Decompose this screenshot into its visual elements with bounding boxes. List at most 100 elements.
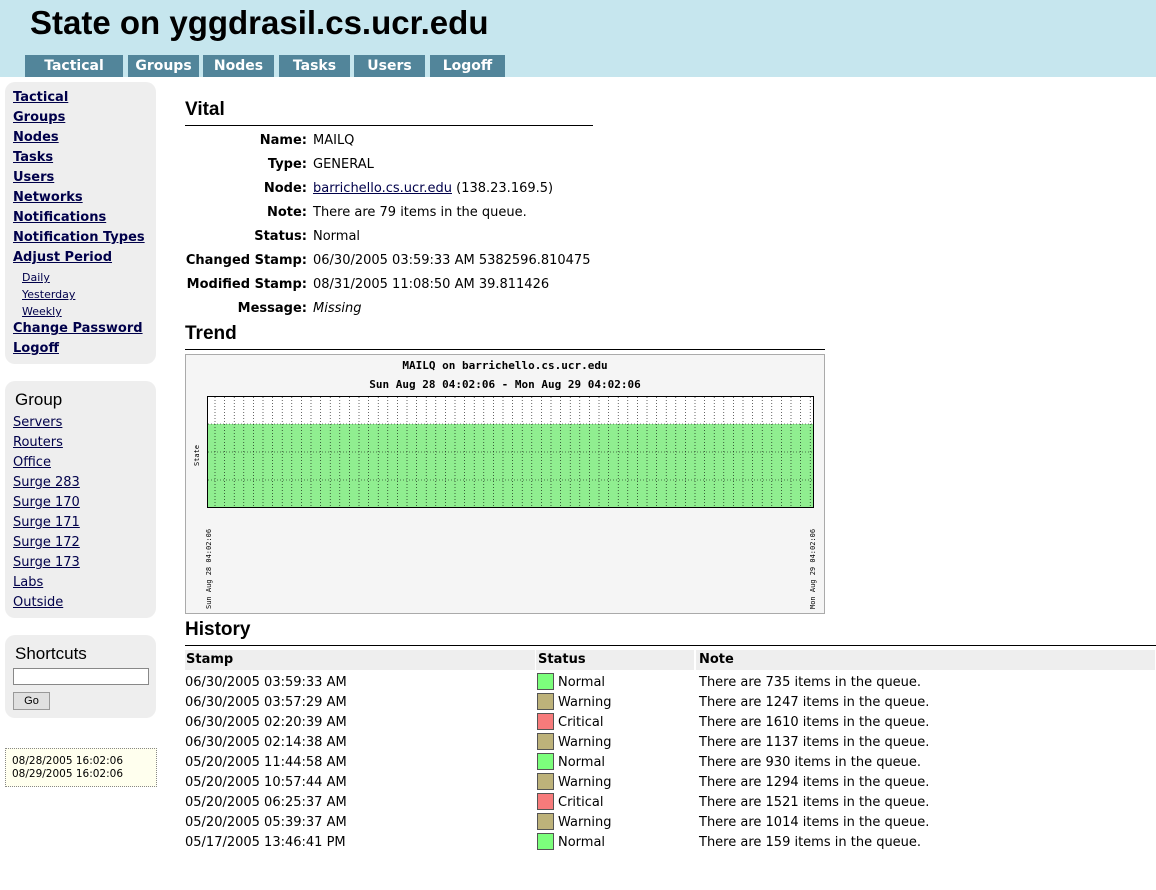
table-row: 05/20/2005 06:25:37 AM Critical There are … bbox=[185, 793, 1156, 815]
tab-logoff[interactable]: Logoff bbox=[430, 55, 505, 77]
row-note: There are 1610 items in the queue. bbox=[699, 715, 930, 730]
row-note: There are 1521 items in the queue. bbox=[699, 795, 930, 810]
chart-ylabel: State bbox=[193, 444, 201, 466]
status-swatch bbox=[537, 773, 554, 790]
node-link[interactable]: barrichello.cs.ucr.edu bbox=[313, 181, 452, 196]
group-outside[interactable]: Outside bbox=[13, 595, 63, 610]
nav-users[interactable]: Users bbox=[13, 170, 54, 185]
tab-tactical[interactable]: Tactical bbox=[25, 55, 123, 77]
vital-label-note: Note: bbox=[266, 205, 307, 220]
period-yesterday[interactable]: Yesterday bbox=[22, 288, 75, 301]
vital-modified-stamp: 08/31/2005 11:08:50 AM 39.811426 bbox=[313, 277, 550, 292]
group-surge-173[interactable]: Surge 173 bbox=[13, 555, 80, 570]
group-routers[interactable]: Routers bbox=[13, 435, 63, 450]
go-button[interactable]: Go bbox=[13, 692, 50, 710]
nav-tactical[interactable]: Tactical bbox=[13, 90, 68, 105]
period-weekly[interactable]: Weekly bbox=[22, 305, 62, 318]
row-stamp: 06/30/2005 03:57:29 AM bbox=[185, 695, 347, 710]
shortcut-input[interactable] bbox=[13, 668, 149, 685]
row-stamp: 06/30/2005 03:59:33 AM bbox=[185, 675, 347, 690]
group-labs[interactable]: Labs bbox=[13, 575, 43, 590]
nav-notification-types[interactable]: Notification Types bbox=[13, 230, 145, 245]
nav-groups[interactable]: Groups bbox=[13, 110, 65, 125]
nav-panel: Tactical Groups Nodes Tasks Users Networ… bbox=[5, 82, 156, 364]
table-row: 05/20/2005 10:57:44 AM Warning There are 1… bbox=[185, 773, 1156, 795]
row-status: Normal bbox=[558, 675, 606, 690]
group-office[interactable]: Office bbox=[13, 455, 51, 470]
row-status: Critical bbox=[558, 795, 604, 810]
row-status: Warning bbox=[558, 775, 612, 790]
nav-networks[interactable]: Networks bbox=[13, 190, 83, 205]
vital-changed-stamp: 06/30/2005 03:59:33 AM 5382596.810475 bbox=[313, 253, 591, 268]
group-surge-171[interactable]: Surge 171 bbox=[13, 515, 80, 530]
status-swatch bbox=[537, 793, 554, 810]
table-row: 06/30/2005 03:57:29 AM Warning There are 1… bbox=[185, 693, 1156, 715]
row-stamp: 06/30/2005 02:14:38 AM bbox=[185, 735, 347, 750]
time-range-box: 08/28/2005 16:02:06 08/29/2005 16:02:06 bbox=[5, 748, 157, 787]
vital-label-changed: Changed Stamp: bbox=[185, 253, 307, 268]
range-end: 08/29/2005 16:02:06 bbox=[12, 768, 124, 780]
row-status: Normal bbox=[558, 755, 606, 770]
chart-range: Sun Aug 28 04:02:06 - Mon Aug 29 04:02:0… bbox=[369, 378, 641, 391]
range-start: 08/28/2005 16:02:06 bbox=[12, 755, 124, 767]
row-stamp: 05/17/2005 13:46:41 PM bbox=[185, 835, 346, 850]
column-status: Status bbox=[536, 650, 694, 670]
group-surge-172[interactable]: Surge 172 bbox=[13, 535, 80, 550]
row-stamp: 06/30/2005 02:20:39 AM bbox=[185, 715, 347, 730]
status-swatch bbox=[537, 753, 554, 770]
group-surge-283[interactable]: Surge 283 bbox=[13, 475, 80, 490]
nav-adjust-period[interactable]: Adjust Period bbox=[13, 250, 112, 265]
vital-label-status: Status: bbox=[254, 229, 307, 244]
tab-groups[interactable]: Groups bbox=[128, 55, 199, 77]
history-rule bbox=[185, 645, 1156, 646]
nav-tasks[interactable]: Tasks bbox=[13, 150, 53, 165]
table-row: 06/30/2005 02:20:39 AM Critical There are … bbox=[185, 713, 1156, 735]
vital-label-message: Message: bbox=[237, 301, 307, 316]
status-swatch bbox=[537, 693, 554, 710]
row-note: There are 1137 items in the queue. bbox=[699, 735, 930, 750]
status-swatch bbox=[537, 733, 554, 750]
row-note: There are 1014 items in the queue. bbox=[699, 815, 930, 830]
row-note: There are 1247 items in the queue. bbox=[699, 695, 930, 710]
row-note: There are 159 items in the queue. bbox=[699, 835, 922, 850]
status-swatch bbox=[537, 713, 554, 730]
vital-label-type: Type: bbox=[267, 157, 307, 172]
vital-type: GENERAL bbox=[313, 157, 374, 172]
shortcut-panel: Shortcuts Go bbox=[5, 635, 156, 718]
vital-note: There are 79 items in the queue. bbox=[313, 205, 527, 220]
column-stamp: Stamp bbox=[185, 650, 535, 670]
group-servers[interactable]: Servers bbox=[13, 415, 62, 430]
nav-logoff[interactable]: Logoff bbox=[13, 341, 59, 356]
tab-nodes[interactable]: Nodes bbox=[203, 55, 274, 77]
shortcut-panel-title: Shortcuts bbox=[15, 644, 87, 663]
chart-x-end: Mon Aug 29 04:02:06 bbox=[809, 528, 817, 609]
table-row: 05/20/2005 05:39:37 AM Warning There are 1… bbox=[185, 813, 1156, 835]
chart-x-start: Sun Aug 28 04:02:06 bbox=[205, 528, 213, 609]
status-swatch bbox=[537, 813, 554, 830]
tab-tasks[interactable]: Tasks bbox=[279, 55, 350, 77]
tab-users[interactable]: Users bbox=[354, 55, 425, 77]
vital-node: barrichello.cs.ucr.edu (138.23.169.5) bbox=[313, 181, 553, 196]
row-stamp: 05/20/2005 06:25:37 AM bbox=[185, 795, 347, 810]
vital-label-name: Name: bbox=[259, 133, 307, 148]
group-surge-170[interactable]: Surge 170 bbox=[13, 495, 80, 510]
trend-plot bbox=[207, 396, 814, 508]
row-stamp: 05/20/2005 11:44:58 AM bbox=[185, 755, 347, 770]
row-note: There are 930 items in the queue. bbox=[699, 755, 922, 770]
trend-rule bbox=[185, 349, 825, 350]
nav-nodes[interactable]: Nodes bbox=[13, 130, 59, 145]
nav-notifications[interactable]: Notifications bbox=[13, 210, 106, 225]
vital-name: MAILQ bbox=[313, 133, 355, 148]
vital-rule bbox=[185, 125, 593, 126]
table-row: 05/17/2005 13:46:41 PM Normal There are 15… bbox=[185, 833, 1156, 855]
row-note: There are 1294 items in the queue. bbox=[699, 775, 930, 790]
period-daily[interactable]: Daily bbox=[22, 271, 50, 284]
table-row: 06/30/2005 02:14:38 AM Warning There are 1… bbox=[185, 733, 1156, 755]
column-note: Note bbox=[696, 650, 1155, 670]
row-stamp: 05/20/2005 05:39:37 AM bbox=[185, 815, 347, 830]
vital-message: Missing bbox=[313, 301, 362, 316]
trend-heading: Trend bbox=[185, 323, 237, 344]
group-panel-title: Group bbox=[15, 390, 63, 409]
history-heading: History bbox=[185, 619, 251, 640]
nav-change-password[interactable]: Change Password bbox=[13, 321, 143, 336]
